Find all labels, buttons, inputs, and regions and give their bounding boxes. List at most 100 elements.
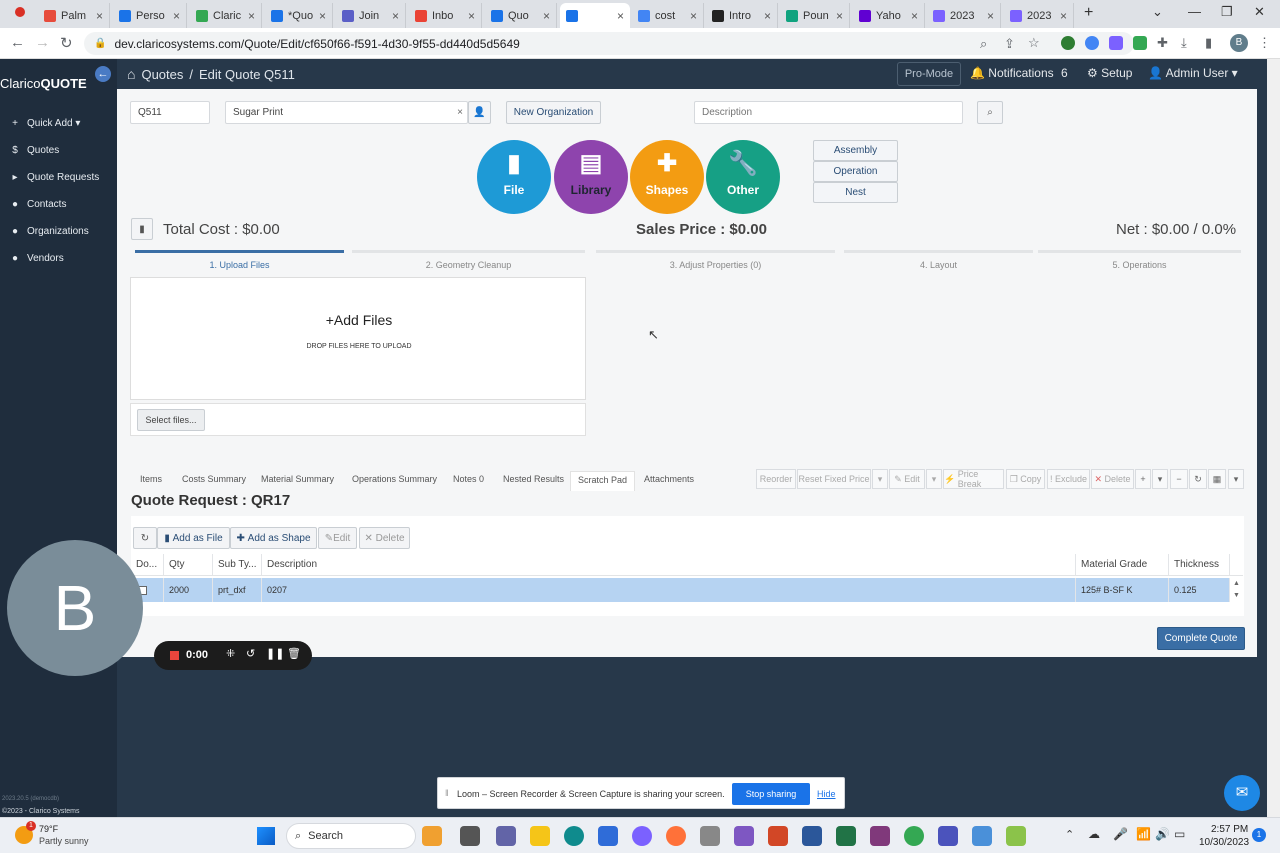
browser-tab[interactable]: ×	[560, 3, 630, 28]
column-header[interactable]: Sub Ty...	[213, 554, 262, 575]
browser-menu-icon[interactable]	[15, 7, 25, 17]
taskbar-app-icon[interactable]	[938, 826, 958, 846]
taskbar-app-icon[interactable]	[460, 826, 480, 846]
taskbar-app-icon[interactable]	[700, 826, 720, 846]
grid-icon[interactable]: ▦	[1208, 469, 1226, 489]
tab-close-icon[interactable]: ×	[911, 9, 918, 23]
refresh-icon[interactable]: ↻	[1189, 469, 1207, 489]
sidebar-item-vendors[interactable]: ● Vendors	[0, 245, 117, 272]
library-tool-button[interactable]: ▤ Library	[554, 140, 628, 214]
restart-icon[interactable]: ↺	[246, 647, 255, 660]
browser-tab[interactable]: Perso ×	[113, 3, 187, 28]
sidebar-item-organizations[interactable]: ● Organizations	[0, 218, 117, 245]
assembly-button[interactable]: Assembly	[813, 140, 898, 161]
other-tool-button[interactable]: 🔧 Other	[706, 140, 780, 214]
clock-time[interactable]: 2:57 PM	[1211, 824, 1248, 835]
request-edit-button[interactable]: ✎ Edit	[318, 527, 357, 549]
table-row[interactable]: 2000 prt_dxf 0207 125# B-SF K 0.125	[133, 578, 1230, 602]
forward-icon[interactable]: →	[35, 34, 50, 51]
clock-date[interactable]: 10/30/2023	[1199, 837, 1249, 848]
volume-icon[interactable]: 🔊	[1155, 827, 1170, 841]
quote-number-field[interactable]: Q511	[130, 101, 210, 124]
battery-icon[interactable]: ▭	[1174, 827, 1185, 841]
windows-start-icon[interactable]	[257, 827, 275, 845]
extension-icon[interactable]	[1109, 36, 1123, 50]
onedrive-icon[interactable]: ☁	[1088, 827, 1100, 841]
browser-menu-kebab-icon[interactable]: ⋮	[1258, 35, 1271, 51]
tab-close-icon[interactable]: ×	[690, 9, 697, 23]
refresh-button[interactable]: ↻	[133, 527, 157, 549]
taskbar-app-icon[interactable]	[530, 826, 550, 846]
tab-close-icon[interactable]: ×	[764, 9, 771, 23]
tab-close-icon[interactable]: ×	[836, 9, 843, 23]
chat-icon[interactable]: ✉	[1224, 775, 1260, 811]
tab-close-icon[interactable]: ×	[1060, 9, 1067, 23]
tab-operations-summary[interactable]: Operations Summary	[345, 471, 444, 491]
extension-icon[interactable]	[1061, 36, 1075, 50]
add-as-shape-button[interactable]: ✚ Add as Shape	[230, 527, 317, 549]
download-icon[interactable]: ⤓	[1181, 35, 1187, 51]
step-geometry-cleanup[interactable]: 2. Geometry Cleanup	[352, 260, 585, 270]
taskbar-search[interactable]: ⌕ Search	[286, 823, 416, 849]
reset-fixed-price-button[interactable]: Reset Fixed Price	[797, 469, 871, 489]
collapse-sidebar-icon[interactable]: ←	[95, 66, 111, 82]
wifi-icon[interactable]: 📶	[1136, 827, 1151, 841]
stop-sharing-button[interactable]: Stop sharing	[732, 783, 810, 805]
taskbar-app-icon[interactable]	[632, 826, 652, 846]
browser-tab[interactable]: *Quo ×	[265, 3, 333, 28]
breadcrumb-quotes[interactable]: Quotes	[141, 67, 183, 82]
browser-tab[interactable]: Claric ×	[190, 3, 262, 28]
tab-close-icon[interactable]: ×	[248, 9, 255, 23]
tab-nested-results[interactable]: Nested Results	[496, 471, 571, 491]
taskbar-app-icon[interactable]	[1006, 826, 1026, 846]
home-icon[interactable]: ⌂	[127, 66, 135, 82]
tab-close-icon[interactable]: ×	[96, 9, 103, 23]
nest-button[interactable]: Nest	[813, 182, 898, 203]
taskbar-app-icon[interactable]	[836, 826, 856, 846]
back-icon[interactable]: ←	[10, 34, 25, 51]
tab-scratch-pad[interactable]: Scratch Pad	[570, 471, 636, 491]
copy-button[interactable]: ❐ Copy	[1006, 469, 1045, 489]
organization-contact-button[interactable]: 👤	[468, 101, 491, 124]
tab-close-icon[interactable]: ×	[617, 9, 624, 23]
select-files-button[interactable]: Select files...	[137, 409, 205, 431]
hide-link[interactable]: Hide	[817, 789, 836, 799]
add-as-file-button[interactable]: ▮ Add as File	[157, 527, 230, 549]
taskbar-app-icon[interactable]	[972, 826, 992, 846]
tab-notes[interactable]: Notes 0	[446, 471, 491, 491]
column-header[interactable]: Do...	[133, 554, 164, 575]
step-upload-files[interactable]: 1. Upload Files	[135, 260, 344, 270]
browser-tab[interactable]: 2023 ×	[927, 3, 1001, 28]
user-menu[interactable]: 👤 Admin User ▾	[1148, 66, 1238, 80]
file-tool-button[interactable]: ▮ File	[477, 140, 551, 214]
reorder-button[interactable]: Reorder	[756, 469, 796, 489]
column-header[interactable]: Qty	[164, 554, 213, 575]
maximize-button[interactable]: ❐	[1221, 4, 1233, 20]
minimize-button[interactable]: —	[1188, 4, 1201, 19]
tab-close-icon[interactable]: ×	[468, 9, 475, 23]
browser-tab[interactable]: Poun ×	[780, 3, 850, 28]
tab-costs-summary[interactable]: Costs Summary	[175, 471, 253, 491]
mic-icon[interactable]: 🎤	[1113, 827, 1128, 841]
new-organization-button[interactable]: New Organization	[506, 101, 601, 124]
step-adjust-properties[interactable]: 3. Adjust Properties (0)	[596, 260, 835, 270]
column-header[interactable]: Material Grade	[1076, 554, 1169, 575]
drag-handle-icon[interactable]: ⁜	[226, 647, 235, 660]
document-icon[interactable]: ▮	[131, 218, 153, 240]
complete-quote-button[interactable]: Complete Quote	[1157, 627, 1245, 650]
pro-mode-button[interactable]: Pro-Mode	[897, 62, 961, 86]
taskbar-app-icon[interactable]	[734, 826, 754, 846]
extensions-puzzle-icon[interactable]: ✚	[1157, 35, 1168, 51]
taskbar-app-icon[interactable]	[564, 826, 584, 846]
step-operations[interactable]: 5. Operations	[1038, 260, 1241, 270]
description-field[interactable]	[694, 101, 963, 124]
taskbar-app-icon[interactable]	[802, 826, 822, 846]
taskbar-app-icon[interactable]	[904, 826, 924, 846]
edit-button[interactable]: ✎ Edit	[889, 469, 925, 489]
new-tab-button[interactable]: +	[1084, 4, 1093, 22]
notifications-link[interactable]: 🔔 Notifications 6	[970, 66, 1068, 80]
delete-button[interactable]: ✕ Delete	[1091, 469, 1134, 489]
file-drop-zone[interactable]: +Add Files DROP FILES HERE TO UPLOAD	[130, 277, 586, 400]
taskbar-app-icon[interactable]	[768, 826, 788, 846]
column-header[interactable]: Thickness	[1169, 554, 1230, 575]
